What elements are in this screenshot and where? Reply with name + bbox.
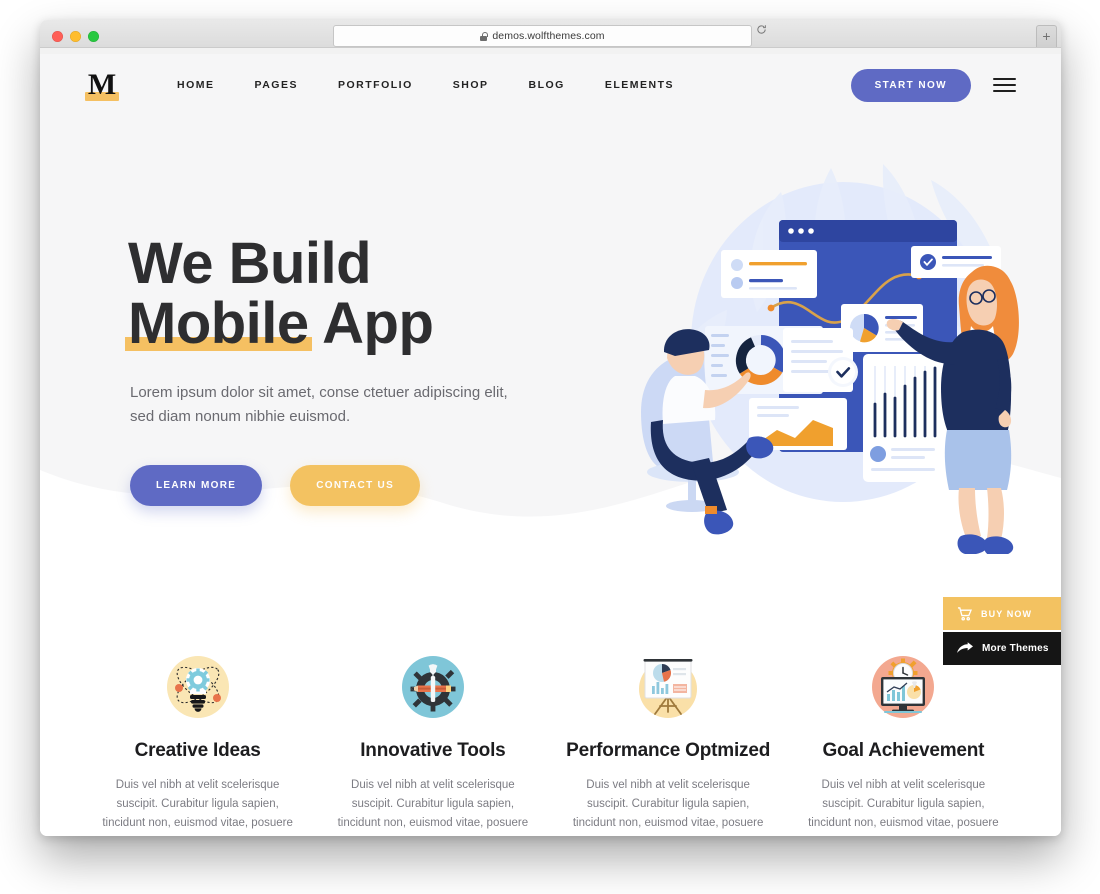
- headline-rest: App: [308, 290, 434, 356]
- feature-description: Duis vel nibh at velit scelerisque susci…: [808, 779, 999, 836]
- feature-title: Performance Optmized: [566, 740, 771, 761]
- features-grid: Creative Ideas Duis vel nibh at velit sc…: [80, 632, 1021, 836]
- hamburger-icon[interactable]: [993, 78, 1016, 92]
- close-window-button[interactable]: [52, 31, 63, 42]
- window-controls[interactable]: [52, 31, 99, 42]
- features-section: Creative Ideas Duis vel nibh at velit sc…: [80, 632, 1021, 836]
- feature-card-innovative-tools: Innovative Tools Duis vel nibh at velit …: [315, 656, 550, 836]
- nav-links: HOME PAGES PORTFOLIO SHOP BLOG ELEMENTS: [157, 79, 694, 91]
- feature-title: Goal Achievement: [822, 740, 985, 761]
- screenshot-stage: demos.wolfthemes.com + M HOME PAGES PORT…: [0, 0, 1100, 894]
- browser-titlebar: demos.wolfthemes.com +: [40, 20, 1061, 54]
- arrow-share-icon: [957, 642, 973, 653]
- headline-highlight: Mobile: [125, 290, 312, 356]
- hero-copy: We Build Mobile App Lorem ipsum dolor si…: [125, 231, 558, 506]
- feature-card-creative-ideas: Creative Ideas Duis vel nibh at velit sc…: [80, 656, 315, 836]
- hero-headline: We Build Mobile App: [125, 231, 558, 356]
- floating-side-buttons: BUY NOW More Themes: [943, 597, 1061, 665]
- hero-buttons: LEARN MORE CONTACT US: [130, 464, 558, 506]
- url-text: demos.wolfthemes.com: [492, 30, 605, 42]
- nav-item-home[interactable]: HOME: [157, 79, 235, 91]
- learn-more-button[interactable]: LEARN MORE: [130, 464, 263, 506]
- start-now-button[interactable]: START NOW: [850, 68, 971, 102]
- nav-actions: START NOW: [850, 68, 1016, 102]
- feature-title: Creative Ideas: [134, 740, 261, 761]
- logo-letter: M: [87, 68, 117, 101]
- nav-item-blog[interactable]: BLOG: [509, 79, 585, 91]
- wrench-pencil-gear-icon: [401, 656, 464, 718]
- feature-card-performance-optmized: Performance Optmized Duis vel nibh at ve…: [551, 656, 786, 836]
- new-tab-button[interactable]: +: [1036, 25, 1057, 48]
- presentation-chart-easel-icon: [637, 656, 699, 718]
- buy-now-button[interactable]: BUY NOW: [943, 597, 1061, 630]
- nav-item-pages[interactable]: PAGES: [235, 79, 318, 91]
- contact-us-button[interactable]: CONTACT US: [290, 464, 421, 506]
- feature-card-goal-achievement: Goal Achievement Duis vel nibh at velit …: [786, 656, 1021, 836]
- buy-now-label: BUY NOW: [981, 608, 1033, 619]
- headline-line-1: We Build: [128, 231, 372, 296]
- lock-icon: [480, 31, 488, 41]
- page-viewport: M HOME PAGES PORTFOLIO SHOP BLOG ELEMENT…: [40, 54, 1061, 836]
- navbar: M HOME PAGES PORTFOLIO SHOP BLOG ELEMENT…: [40, 54, 1061, 116]
- address-bar[interactable]: demos.wolfthemes.com: [333, 25, 752, 47]
- hero-illustration: [641, 164, 1019, 554]
- minimize-window-button[interactable]: [70, 31, 81, 42]
- site-logo[interactable]: M: [85, 68, 119, 102]
- hero-subtitle: Lorem ipsum dolor sit amet, conse ctetue…: [130, 384, 508, 426]
- shopping-cart-icon: [957, 606, 972, 621]
- feature-description: Duis vel nibh at velit scelerisque susci…: [102, 779, 293, 836]
- browser-window: demos.wolfthemes.com + M HOME PAGES PORT…: [40, 20, 1061, 836]
- feature-description: Duis vel nibh at velit scelerisque susci…: [337, 779, 529, 836]
- more-themes-label: More Themes: [982, 643, 1049, 654]
- lightbulb-atom-gear-icon: [166, 656, 229, 718]
- tab-strip: [40, 47, 1061, 54]
- nav-item-portfolio[interactable]: PORTFOLIO: [318, 79, 433, 91]
- reload-icon[interactable]: [756, 24, 767, 35]
- feature-title: Innovative Tools: [360, 740, 506, 761]
- nav-item-shop[interactable]: SHOP: [433, 79, 509, 91]
- feature-description: Duis vel nibh at velit scelerisque susci…: [572, 779, 764, 836]
- hero-section: M HOME PAGES PORTFOLIO SHOP BLOG ELEMENT…: [40, 54, 1061, 574]
- zoom-window-button[interactable]: [88, 31, 99, 42]
- more-themes-button[interactable]: More Themes: [943, 632, 1061, 665]
- nav-item-elements[interactable]: ELEMENTS: [585, 79, 694, 91]
- monitor-clock-chart-icon: [872, 656, 935, 718]
